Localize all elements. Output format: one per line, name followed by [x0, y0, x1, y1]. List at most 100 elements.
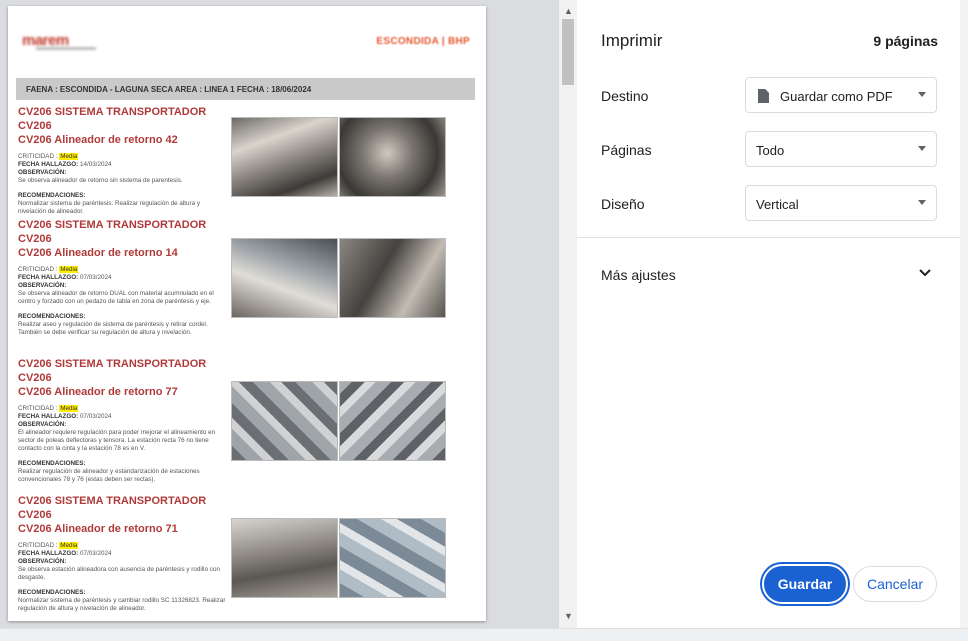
finding-photo — [339, 381, 446, 461]
recomendaciones-label: RECOMENDACIONES: — [18, 460, 86, 467]
criticidad-badge: Media — [59, 266, 79, 273]
finding-title: CV206 SISTEMA TRANSPORTADOR CV206 CV206 … — [18, 357, 233, 399]
finding-meta: CRITICIDAD : Media FECHA HALLAZGO: 14/03… — [18, 153, 228, 216]
finding-card: CV206 SISTEMA TRANSPORTADOR CV206 CV206 … — [18, 494, 474, 613]
criticidad-label: CRITICIDAD : — [18, 153, 58, 160]
finding-title-line2: CV206 Alineador de retorno 42 — [18, 134, 178, 146]
fecha-label: FECHA HALLAZGO: — [18, 413, 79, 420]
criticidad-row: CRITICIDAD : Media — [18, 405, 228, 413]
finding-title-line1: CV206 SISTEMA TRANSPORTADOR CV206 — [18, 219, 207, 245]
finding-meta: CRITICIDAD : Media FECHA HALLAZGO: 07/03… — [18, 542, 228, 613]
diseno-select[interactable]: Vertical — [745, 185, 937, 221]
recomendaciones-text: Realizar aseo y regulación de sistema de… — [18, 321, 208, 336]
destino-label: Destino — [601, 88, 649, 104]
observacion-label: OBSERVACIÓN: — [18, 558, 67, 565]
finding-photo — [339, 518, 446, 598]
destino-value: Guardar como PDF — [780, 89, 893, 104]
recomendaciones-label: RECOMENDACIONES: — [18, 313, 86, 320]
diseno-label: Diseño — [601, 196, 645, 212]
observacion-text: El alineador requiere regulación para po… — [18, 429, 216, 452]
file-icon — [758, 89, 769, 103]
preview-scrollbar[interactable] — [559, 0, 577, 628]
finding-title: CV206 SISTEMA TRANSPORTADOR CV206 CV206 … — [18, 105, 233, 147]
section-divider — [577, 237, 960, 238]
fecha-label: FECHA HALLAZGO: — [18, 550, 79, 557]
criticidad-row: CRITICIDAD : Media — [18, 542, 228, 550]
bottom-edge-strip — [0, 628, 968, 641]
logo-underline — [36, 47, 96, 50]
fecha-label: FECHA HALLAZGO: — [18, 161, 79, 168]
right-edge-strip — [960, 0, 968, 628]
faena-header-bar: FAENA : ESCONDIDA - LAGUNA SECA AREA : L… — [16, 78, 475, 100]
destino-select[interactable]: Guardar como PDF — [745, 77, 937, 113]
more-settings-toggle[interactable]: Más ajustes — [601, 267, 676, 283]
observacion-label: OBSERVACIÓN: — [18, 282, 67, 289]
panel-title: Imprimir — [601, 31, 663, 50]
criticidad-label: CRITICIDAD : — [18, 542, 58, 549]
finding-title: CV206 SISTEMA TRANSPORTADOR CV206 CV206 … — [18, 218, 233, 260]
observacion-label: OBSERVACIÓN: — [18, 169, 67, 176]
finding-photos — [231, 518, 446, 598]
company-logo: marem — [22, 32, 98, 50]
recomendaciones-text: Normalizar sistema de paréntesis y cambi… — [18, 597, 226, 612]
recomendaciones-label: RECOMENDACIONES: — [18, 589, 86, 596]
paginas-value: Todo — [756, 143, 785, 158]
save-button[interactable]: Guardar — [762, 564, 848, 604]
observacion-text: Se observa alineador de retorno sin sist… — [18, 177, 183, 184]
print-preview-area: marem ESCONDIDA | BHP FAENA : ESCONDIDA … — [0, 0, 577, 628]
paginas-select[interactable]: Todo — [745, 131, 937, 167]
fecha-row: FECHA HALLAZGO: 07/03/2024 — [18, 413, 228, 421]
scroll-up-arrow-icon[interactable]: ▲ — [564, 6, 573, 16]
dropdown-caret-icon — [918, 200, 926, 205]
scrollbar-thumb[interactable] — [562, 19, 574, 85]
finding-photo — [339, 238, 446, 318]
finding-title-line1: CV206 SISTEMA TRANSPORTADOR CV206 — [18, 358, 207, 384]
client-brand: ESCONDIDA | BHP — [376, 36, 470, 47]
finding-title-line2: CV206 Alineador de retorno 71 — [18, 523, 178, 535]
observacion-text: Se observa alineador de retorno DUAL con… — [18, 290, 214, 305]
fecha-row: FECHA HALLAZGO: 07/03/2024 — [18, 550, 228, 558]
criticidad-badge: Media — [59, 153, 79, 160]
finding-photo — [339, 117, 446, 197]
finding-meta: CRITICIDAD : Media FECHA HALLAZGO: 07/03… — [18, 405, 228, 484]
fecha-label: FECHA HALLAZGO: — [18, 274, 79, 281]
paginas-label: Páginas — [601, 142, 652, 158]
scroll-down-arrow-icon[interactable]: ▼ — [564, 611, 573, 621]
criticidad-row: CRITICIDAD : Media — [18, 153, 228, 161]
fecha-value: 14/03/2024 — [80, 161, 112, 168]
finding-photo — [231, 381, 338, 461]
criticidad-row: CRITICIDAD : Media — [18, 266, 228, 274]
preview-page: marem ESCONDIDA | BHP FAENA : ESCONDIDA … — [8, 6, 486, 621]
cancel-button[interactable]: Cancelar — [853, 566, 937, 602]
fecha-value: 07/03/2024 — [80, 550, 112, 557]
finding-title-line1: CV206 SISTEMA TRANSPORTADOR CV206 — [18, 495, 207, 521]
finding-card: CV206 SISTEMA TRANSPORTADOR CV206 CV206 … — [18, 218, 474, 337]
finding-title: CV206 SISTEMA TRANSPORTADOR CV206 CV206 … — [18, 494, 233, 536]
observacion-text: Se observa estación alineadora con ausen… — [18, 566, 220, 581]
finding-title-line2: CV206 Alineador de retorno 77 — [18, 386, 178, 398]
finding-photo — [231, 117, 338, 197]
recomendaciones-text: Normalizar sistema de paréntesis. Realiz… — [18, 200, 200, 215]
recomendaciones-label: RECOMENDACIONES: — [18, 192, 86, 199]
finding-meta: CRITICIDAD : Media FECHA HALLAZGO: 07/03… — [18, 266, 228, 337]
criticidad-badge: Media — [59, 405, 79, 412]
finding-photo — [231, 238, 338, 318]
fecha-row: FECHA HALLAZGO: 14/03/2024 — [18, 161, 228, 169]
chevron-down-icon[interactable] — [918, 266, 932, 280]
finding-photos — [231, 381, 446, 461]
criticidad-label: CRITICIDAD : — [18, 266, 58, 273]
criticidad-badge: Media — [59, 542, 79, 549]
dropdown-caret-icon — [918, 92, 926, 97]
print-settings-panel: Imprimir 9 páginas Destino Guardar como … — [577, 0, 960, 628]
finding-photos — [231, 117, 446, 197]
page-count: 9 páginas — [873, 33, 938, 49]
finding-title-line1: CV206 SISTEMA TRANSPORTADOR CV206 — [18, 106, 207, 132]
diseno-value: Vertical — [756, 197, 799, 212]
recomendaciones-text: Realizar regulación de alineador y estan… — [18, 468, 200, 483]
finding-card: CV206 SISTEMA TRANSPORTADOR CV206 CV206 … — [18, 105, 474, 216]
fecha-value: 07/03/2024 — [80, 413, 112, 420]
fecha-row: FECHA HALLAZGO: 07/03/2024 — [18, 274, 228, 282]
observacion-label: OBSERVACIÓN: — [18, 421, 67, 428]
finding-photos — [231, 238, 446, 318]
fecha-value: 07/03/2024 — [80, 274, 112, 281]
